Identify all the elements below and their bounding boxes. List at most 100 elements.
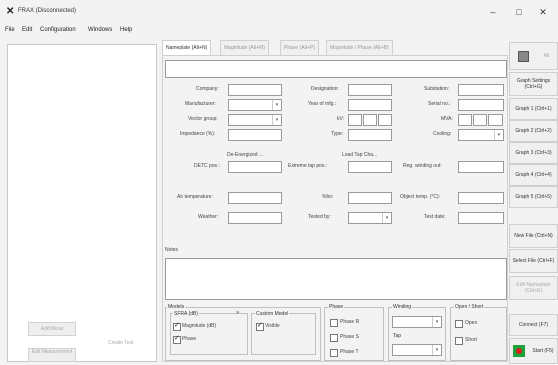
designation-field[interactable] — [348, 84, 392, 96]
notes-label: Notes — [165, 247, 179, 253]
sfra-phase-label: Phase — [182, 336, 197, 342]
connect-button[interactable]: Connect (F7) — [509, 314, 558, 336]
graph-2-button[interactable]: Graph 2 (Ctrl+2) — [509, 120, 558, 142]
right-toolbar: Alt Graph Settings (Ctrl+G) Graph 1 (Ctr… — [509, 40, 558, 365]
close-button[interactable]: ✕ — [532, 4, 554, 20]
test-date-field[interactable] — [458, 212, 504, 224]
graph-4-button[interactable]: Graph 4 (Ctrl+4) — [509, 164, 558, 186]
tab-phase[interactable]: Phase (Alt+P) — [280, 40, 319, 55]
mva-field-3[interactable] — [488, 114, 503, 126]
tested-by-combo[interactable]: ▾ — [348, 212, 392, 224]
phase-r-label: Phase R — [340, 319, 360, 325]
sfra-title: SFRA (dB) — [173, 311, 199, 317]
menu-windows[interactable]: Windows — [88, 27, 112, 33]
ho-field[interactable] — [348, 192, 392, 204]
custom-visible-checkbox[interactable] — [256, 321, 264, 331]
air-temp-field[interactable] — [228, 192, 282, 204]
vector-group-combo[interactable]: ▾ — [228, 114, 282, 126]
chevron-down-icon: ▾ — [494, 130, 503, 140]
kv-label: kV: — [337, 116, 345, 122]
tab-magnitude[interactable]: Magnitude (Alt+M) — [220, 40, 269, 55]
measurement-tree-panel[interactable] — [7, 44, 157, 362]
tap-title: Tap — [392, 333, 403, 339]
header-field[interactable] — [165, 60, 507, 78]
phase-group-title: Phase — [328, 304, 345, 310]
mva-label: MVA: — [441, 116, 453, 122]
graph-settings-button[interactable]: Graph Settings (Ctrl+G) — [509, 72, 558, 96]
phase-r-checkbox[interactable] — [330, 319, 338, 327]
custom-model-group — [251, 313, 316, 355]
substation-field[interactable] — [458, 84, 504, 96]
menu-edit[interactable]: Edit — [22, 27, 32, 33]
menu-help[interactable]: Help — [120, 27, 132, 33]
cooling-label: Cooling: — [433, 131, 452, 137]
phase-t-checkbox[interactable] — [330, 349, 338, 357]
kv-field-2[interactable] — [363, 114, 377, 126]
de-energized-header: De-Energized ... — [227, 152, 264, 158]
winding-combo[interactable]: ▾ — [392, 316, 442, 328]
graph-3-button[interactable]: Graph 3 (Ctrl+3) — [509, 142, 558, 164]
serial-field[interactable] — [458, 99, 504, 111]
company-field[interactable] — [228, 84, 282, 96]
edit-nameplate-button[interactable]: Edit Nameplate (Ctrl+E) — [509, 276, 558, 300]
tab-nameplate[interactable]: Nameplate (Alt+N) — [162, 40, 212, 56]
tab-magnitude-phase[interactable]: Magnitude / Phase (Alt+B) — [326, 40, 393, 55]
open-checkbox[interactable] — [455, 320, 463, 328]
select-file-button[interactable]: Select File (Ctrl+F) — [509, 249, 558, 273]
serial-label: Serial no.: — [428, 101, 451, 107]
create-test-button[interactable]: Create Test — [108, 340, 133, 346]
chevron-down-icon: ▾ — [432, 317, 441, 327]
phase-t-label: Phase T — [340, 349, 359, 355]
tap-combo[interactable]: ▾ — [392, 344, 442, 356]
sfra-phase-checkbox[interactable] — [173, 334, 181, 344]
reg-winding-label: Reg. winding out: — [403, 163, 442, 169]
sfra-collapse-icon[interactable]: » — [236, 310, 239, 316]
menu-file[interactable]: File — [5, 27, 15, 33]
type-label: Type: — [331, 131, 344, 137]
new-file-button[interactable]: New File (Ctrl+N) — [509, 224, 558, 248]
graph-1-button[interactable]: Graph 1 (Ctrl+1) — [509, 98, 558, 120]
top-toolbar-button[interactable]: Alt — [509, 42, 558, 70]
start-button[interactable]: Start (F5) — [509, 338, 558, 364]
top-btn-label: Alt — [543, 53, 550, 59]
notes-textarea[interactable] — [165, 258, 507, 300]
custom-visible-label: Visible — [265, 323, 280, 329]
mva-field-1[interactable] — [458, 114, 472, 126]
year-field[interactable] — [348, 99, 392, 111]
window-title: FRAX (Disconnected) — [18, 8, 77, 14]
air-temp-label: Air temperature: — [177, 194, 213, 200]
reg-winding-field[interactable] — [458, 161, 504, 173]
menu-configuration[interactable]: Configuration — [40, 27, 76, 33]
add-meas-button[interactable]: Add Meas — [28, 322, 76, 336]
chevron-down-icon: ▾ — [272, 100, 281, 110]
type-field[interactable] — [348, 129, 392, 141]
open-short-title: Open / Short — [454, 304, 485, 310]
ho-label: %ho: — [322, 194, 334, 200]
cooling-combo[interactable]: ▾ — [458, 129, 504, 141]
menu-bar: File Edit Configuration Windows Help — [0, 27, 558, 37]
impedance-field[interactable] — [228, 129, 282, 141]
graph-5-button[interactable]: Graph 5 (Ctrl+5) — [509, 186, 558, 208]
chevron-down-icon: ▾ — [432, 345, 441, 355]
weather-label: Weather: — [198, 214, 219, 220]
open-short-group — [450, 307, 507, 361]
short-label: Short — [465, 337, 477, 343]
custom-model-title: Custom Model — [255, 311, 290, 317]
maximize-button[interactable]: □ — [508, 4, 530, 20]
kv-field-3[interactable] — [378, 114, 392, 126]
weather-field[interactable] — [228, 212, 282, 224]
sfra-magnitude-checkbox[interactable] — [173, 321, 181, 331]
minimize-button[interactable]: – — [482, 4, 504, 20]
phase-s-checkbox[interactable] — [330, 334, 338, 342]
edit-measurement-button[interactable]: Edit Measurement — [28, 348, 76, 362]
mva-field-2[interactable] — [473, 114, 487, 126]
object-temp-field[interactable] — [458, 192, 504, 204]
extreme-tap-label: Extreme tap pos.: — [288, 163, 328, 169]
chevron-down-icon: ▾ — [272, 115, 281, 125]
open-label: Open — [465, 320, 478, 326]
kv-field-1[interactable] — [348, 114, 362, 126]
detc-pos-field[interactable] — [228, 161, 282, 173]
extreme-tap-field[interactable] — [348, 161, 392, 173]
manufacturer-combo[interactable]: ▾ — [228, 99, 282, 111]
short-checkbox[interactable] — [455, 337, 463, 345]
